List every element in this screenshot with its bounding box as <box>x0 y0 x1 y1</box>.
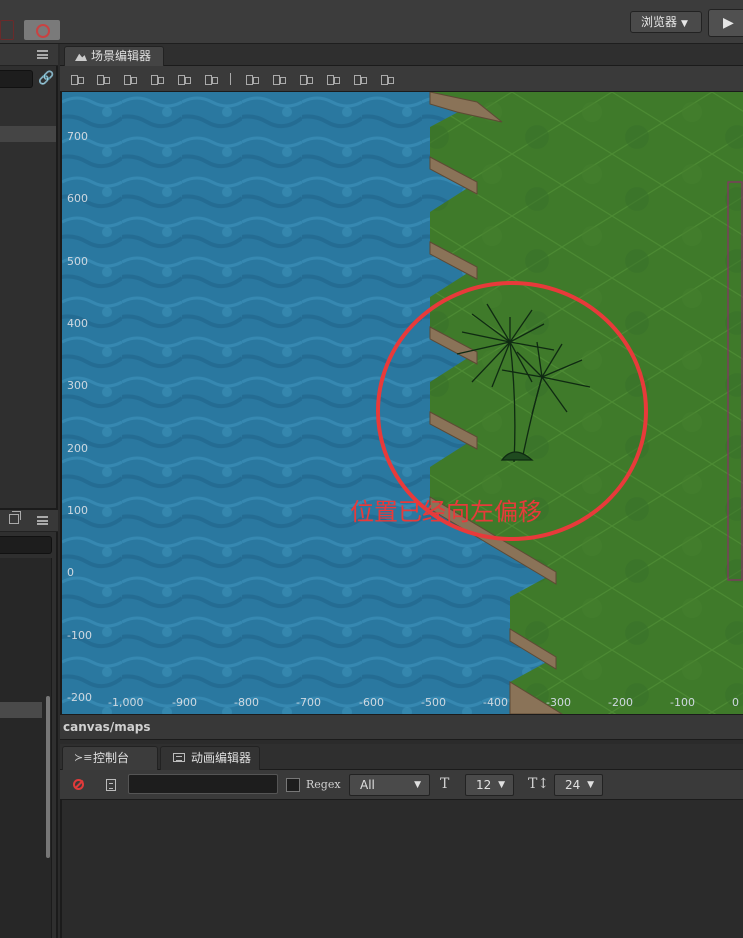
chevron-down-icon: ▼ <box>587 780 594 790</box>
font-size-icon: T <box>440 776 450 792</box>
build-icon[interactable] <box>0 20 14 40</box>
tab-animation-editor[interactable]: 动画编辑器 <box>160 746 260 770</box>
film-icon <box>173 753 185 762</box>
line-height-value: 24 <box>565 778 581 792</box>
align-hcenter-button[interactable] <box>177 72 191 86</box>
console-filter-input[interactable] <box>128 774 278 794</box>
tab-scene-editor-label: 场景编辑器 <box>91 49 152 63</box>
y-tick-label: 400 <box>67 317 88 330</box>
distribute-top-button[interactable] <box>245 72 259 86</box>
menu-icon[interactable] <box>37 50 48 59</box>
y-tick-label: 300 <box>67 379 88 392</box>
regex-label: Regex <box>306 778 341 791</box>
node-path-label: canvas/maps <box>63 720 151 734</box>
top-toolbar: 浏览器 ▼ ▶ <box>0 0 743 44</box>
log-level-dropdown[interactable]: All ▼ <box>349 774 430 796</box>
play-icon: ▶ <box>723 15 734 31</box>
toolbar-separator <box>230 73 231 85</box>
align-left-button[interactable] <box>150 72 164 86</box>
assets-list <box>0 558 52 938</box>
align-vcenter-button[interactable] <box>96 72 110 86</box>
assets-scrollbar[interactable] <box>46 696 50 858</box>
line-height-icon: T↕ <box>528 776 550 792</box>
tab-scene-editor[interactable]: 场景编辑器 <box>64 46 164 66</box>
distribute-right-button[interactable] <box>380 72 394 86</box>
x-tick-label: -700 <box>296 696 321 709</box>
x-tick-label: -1,000 <box>108 696 143 709</box>
chevron-down-icon: ▼ <box>498 780 505 790</box>
align-top-button[interactable] <box>70 72 84 86</box>
tab-console[interactable]: ≻≡ 控制台 <box>62 746 158 770</box>
regex-checkbox[interactable] <box>286 778 300 792</box>
menu-icon[interactable] <box>37 516 48 525</box>
y-tick-label: 700 <box>67 130 88 143</box>
console-tabbar: ≻≡ 控制台 动画编辑器 <box>60 744 743 770</box>
x-tick-label: -400 <box>483 696 508 709</box>
font-size-value: 12 <box>476 778 492 792</box>
assets-search-input[interactable] <box>0 536 52 554</box>
distribute-hcenter-button[interactable] <box>353 72 367 86</box>
x-tick-label: -300 <box>546 696 571 709</box>
chevron-down-icon: ▼ <box>681 19 688 29</box>
distribute-left-button[interactable] <box>326 72 340 86</box>
hierarchy-panel-header <box>0 44 58 66</box>
hierarchy-search-input[interactable] <box>0 70 33 88</box>
align-right-button[interactable] <box>204 72 218 86</box>
scene-viewport[interactable]: 700 600 500 400 300 200 100 0 -100 -200 … <box>60 92 743 714</box>
restore-icon[interactable] <box>9 511 21 524</box>
open-log-file-icon[interactable] <box>106 779 116 791</box>
node-path-bar: canvas/maps <box>60 714 743 740</box>
y-tick-label: -200 <box>67 691 92 704</box>
align-toolbar <box>60 66 743 92</box>
console-output[interactable] <box>60 800 743 938</box>
preview-platform-dropdown[interactable]: 浏览器 ▼ <box>630 11 702 33</box>
line-height-dropdown[interactable]: 24 ▼ <box>554 774 603 796</box>
annotation-text: 位置已经向左偏移 <box>350 498 542 526</box>
x-tick-label: -900 <box>172 696 197 709</box>
play-button[interactable]: ▶ <box>708 9 743 37</box>
console-toolbar: Regex All ▼ T 12 ▼ T↕ 24 ▼ <box>60 770 743 800</box>
y-tick-label: 100 <box>67 504 88 517</box>
distribute-bottom-button[interactable] <box>299 72 313 86</box>
x-tick-label: -600 <box>359 696 384 709</box>
scene-editor-tabbar: 场景编辑器 <box>60 44 743 66</box>
tab-console-label: 控制台 <box>93 751 130 765</box>
y-tick-label: -100 <box>67 629 92 642</box>
chevron-down-icon: ▼ <box>414 780 421 790</box>
scene-canvas[interactable]: 700 600 500 400 300 200 100 0 -100 -200 … <box>62 92 743 714</box>
x-tick-label: 0 <box>732 696 739 709</box>
console-icon: ≻≡ <box>74 751 93 764</box>
x-tick-label: -500 <box>421 696 446 709</box>
record-icon[interactable] <box>24 20 60 40</box>
hierarchy-selected-row[interactable] <box>0 126 56 142</box>
log-level-value: All <box>360 778 375 792</box>
x-tick-label: -800 <box>234 696 259 709</box>
y-tick-label: 600 <box>67 192 88 205</box>
y-tick-label: 200 <box>67 442 88 455</box>
font-size-dropdown[interactable]: 12 ▼ <box>465 774 514 796</box>
assets-selected-row[interactable] <box>0 702 42 718</box>
preview-platform-label: 浏览器 <box>641 15 678 29</box>
clear-console-icon[interactable] <box>73 779 84 790</box>
link-icon[interactable]: 🔗 <box>38 71 54 87</box>
scene-icon <box>75 53 87 61</box>
x-tick-label: -200 <box>608 696 633 709</box>
y-tick-label: 0 <box>67 566 74 579</box>
x-tick-label: -100 <box>670 696 695 709</box>
y-tick-label: 500 <box>67 255 88 268</box>
left-panel: 🔗 <box>0 44 58 938</box>
tab-animation-editor-label: 动画编辑器 <box>191 751 252 765</box>
distribute-vcenter-button[interactable] <box>272 72 286 86</box>
align-bottom-button[interactable] <box>123 72 137 86</box>
